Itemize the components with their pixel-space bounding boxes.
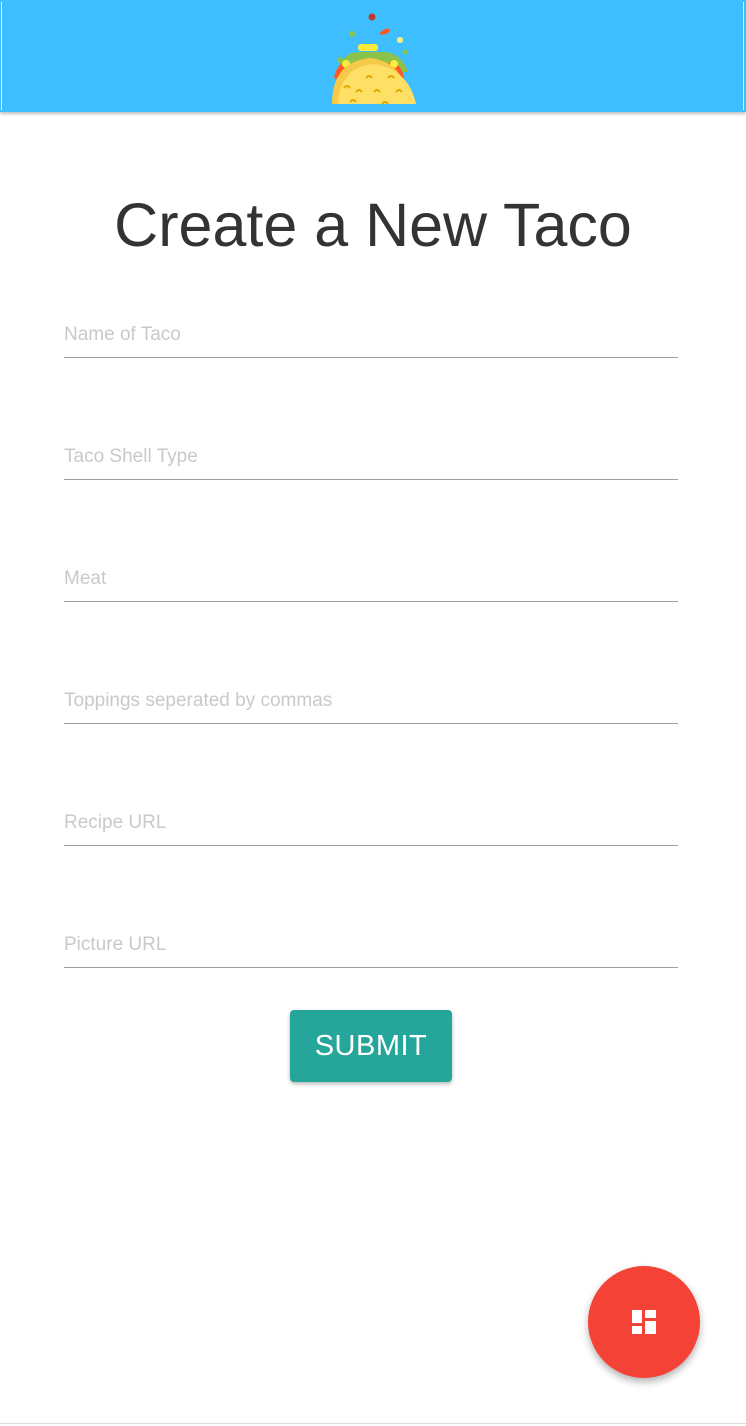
shell-type-input[interactable] bbox=[64, 434, 678, 480]
toppings-input[interactable] bbox=[64, 678, 678, 724]
dashboard-icon bbox=[632, 1310, 656, 1334]
toppings-field bbox=[64, 678, 678, 728]
recipe-url-input[interactable] bbox=[64, 800, 678, 846]
taco-name-field bbox=[64, 312, 678, 362]
bottom-divider bbox=[0, 1423, 746, 1424]
picture-url-input[interactable] bbox=[64, 922, 678, 968]
meat-field bbox=[64, 556, 678, 606]
shell-type-field bbox=[64, 434, 678, 484]
floating-action-button[interactable] bbox=[588, 1266, 700, 1378]
recipe-url-field bbox=[64, 800, 678, 850]
top-navbar bbox=[0, 0, 746, 112]
meat-input[interactable] bbox=[64, 556, 678, 602]
page-title: Create a New Taco bbox=[114, 191, 632, 259]
picture-url-field bbox=[64, 922, 678, 972]
taco-name-input[interactable] bbox=[64, 312, 678, 358]
taco-icon[interactable] bbox=[316, 12, 422, 108]
submit-button[interactable]: SUBMIT bbox=[290, 1010, 452, 1082]
